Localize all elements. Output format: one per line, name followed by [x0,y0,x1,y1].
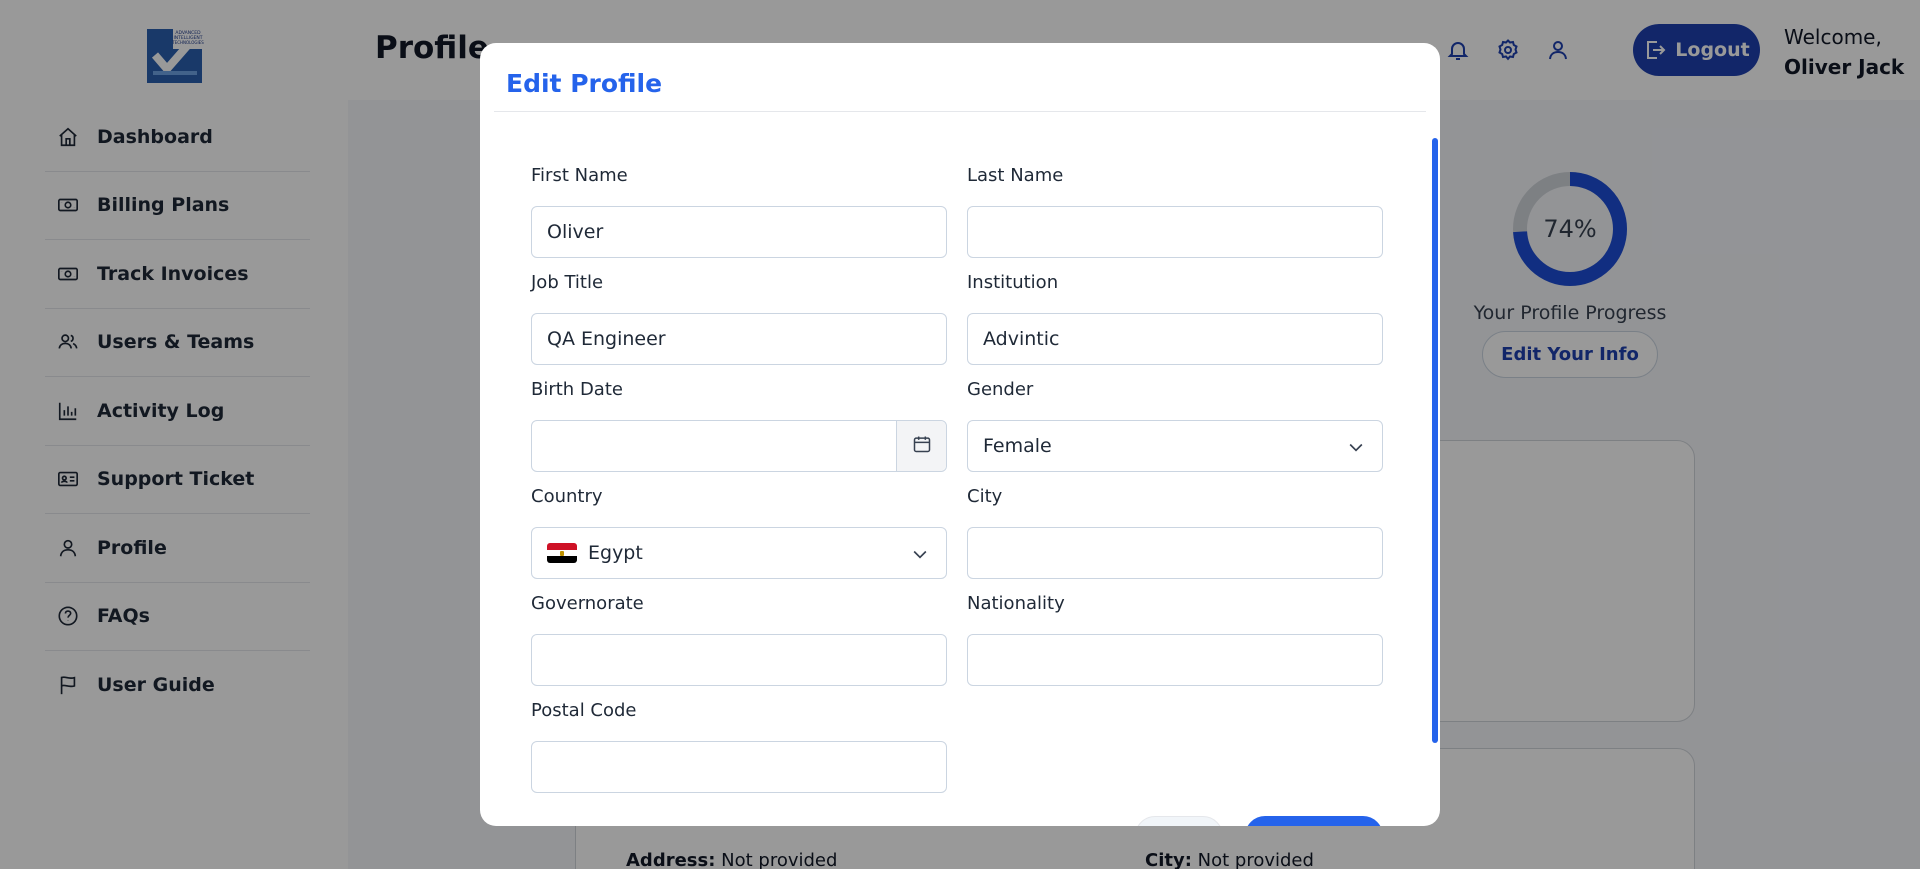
first-name-value: Oliver [547,221,604,243]
calendar-icon [912,434,932,459]
country-label: Country [531,486,603,507]
country-select[interactable]: Egypt [531,527,947,579]
modal-scrollbar[interactable] [1432,138,1438,743]
chevron-down-icon [1346,437,1366,457]
nationality-label: Nationality [967,593,1065,614]
job-title-label: Job Title [531,272,604,293]
job-title-group: Job Title QA Engineer [531,272,947,365]
postal-code-group: Postal Code [531,700,947,793]
city-input[interactable] [967,527,1383,579]
institution-label: Institution [967,272,1059,293]
gender-select[interactable]: Female [967,420,1383,472]
nationality-input[interactable] [967,634,1383,686]
first-name-input[interactable]: Oliver [531,206,947,258]
job-title-input[interactable]: QA Engineer [531,313,947,365]
last-name-input[interactable] [967,206,1383,258]
governorate-input[interactable] [531,634,947,686]
institution-value: Advintic [983,328,1060,350]
first-name-group: First Name Oliver [531,165,947,258]
chevron-down-icon [910,544,930,564]
governorate-group: Governorate [531,593,947,686]
last-name-label: Last Name [967,165,1064,186]
nationality-group: Nationality [967,593,1383,686]
city-label: City [967,486,1003,507]
first-name-label: First Name [531,165,628,186]
cancel-button[interactable] [1135,816,1223,826]
city-group: City [967,486,1383,579]
institution-input[interactable]: Advintic [967,313,1383,365]
birth-date-input[interactable] [532,421,896,471]
postal-code-label: Postal Code [531,700,637,721]
birth-date-group: Birth Date [531,379,947,472]
save-button[interactable] [1245,816,1383,826]
birth-date-label: Birth Date [531,379,623,400]
governorate-label: Governorate [531,593,644,614]
calendar-button[interactable] [896,421,946,471]
institution-group: Institution Advintic [967,272,1383,365]
last-name-group: Last Name [967,165,1383,258]
gender-label: Gender [967,379,1034,400]
edit-profile-modal: Edit Profile First Name Oliver Last Name… [480,43,1440,826]
gender-value: Female [983,435,1052,457]
modal-title: Edit Profile [506,69,663,98]
egypt-flag-icon [547,543,577,563]
country-value: Egypt [588,542,643,564]
modal-divider [494,111,1426,112]
gender-group: Gender Female [967,379,1383,472]
country-group: Country Egypt [531,486,947,579]
birth-date-picker [531,420,947,472]
job-title-value: QA Engineer [547,328,666,350]
postal-code-input[interactable] [531,741,947,793]
